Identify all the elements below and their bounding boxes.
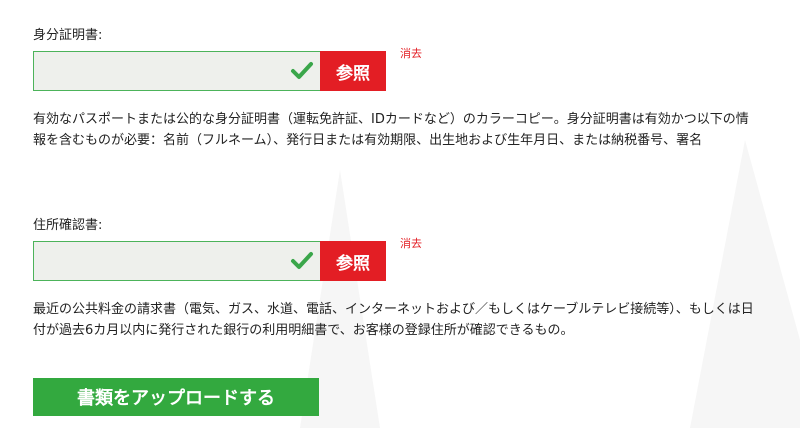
address-description: 最近の公共料金の請求書（電気、ガス、水道、電話、インターネットおよび／もしくはケ… — [33, 302, 754, 338]
identity-description: 有効なパスポートまたは公的な身分証明書（運転免許証、IDカードなど）のカラーコピ… — [33, 112, 749, 148]
upload-documents-button[interactable]: 書類をアップロードする — [33, 378, 319, 416]
identity-file-field[interactable] — [33, 51, 321, 91]
address-file-field[interactable] — [33, 241, 321, 281]
address-browse-button[interactable]: 参照 — [320, 241, 386, 281]
identity-section: 身分証明書: 参照 消去 有効なパスポートまたは公的な身分証明書（運転免許証、I… — [33, 24, 763, 151]
check-icon — [291, 252, 313, 269]
address-label: 住所確認書: — [33, 218, 103, 233]
address-section: 住所確認書: 参照 消去 最近の公共料金の請求書（電気、ガス、水道、電話、インタ… — [33, 214, 763, 341]
address-upload-row: 参照 消去 — [33, 237, 763, 281]
identity-browse-button[interactable]: 参照 — [320, 51, 386, 91]
identity-clear-link[interactable]: 消去 — [400, 45, 422, 61]
address-clear-link[interactable]: 消去 — [400, 235, 422, 251]
identity-upload-row: 参照 消去 — [33, 47, 763, 91]
identity-label: 身分証明書: — [33, 28, 103, 43]
check-icon — [291, 62, 313, 79]
